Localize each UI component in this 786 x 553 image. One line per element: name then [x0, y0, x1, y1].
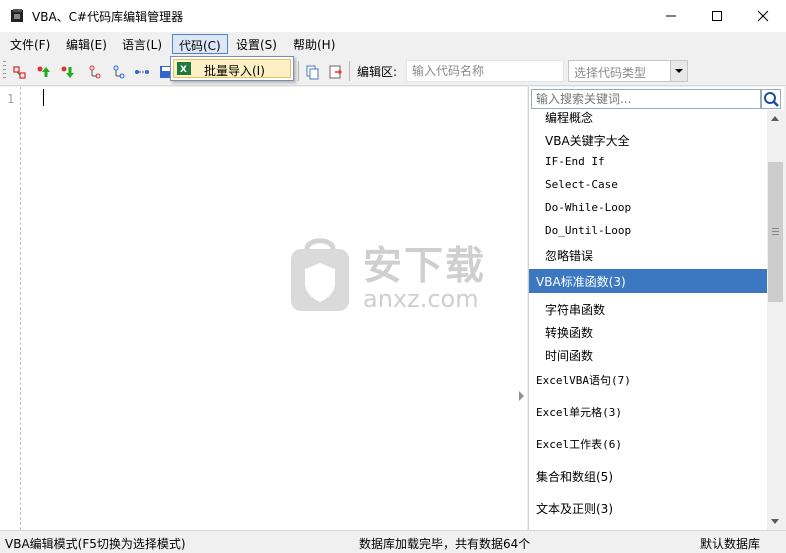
grip-icon [772, 228, 779, 235]
code-type-select[interactable]: 选择代码类型 [568, 60, 688, 82]
splitter-arrow-icon[interactable] [519, 391, 524, 401]
menu-bar: 文件(F) 编辑(E) 语言(L) 代码(C) 设置(S) 帮助(H) [0, 32, 786, 56]
code-tree-panel: 编程概念 VBA关键字大全 IF-End If Select-Case Do-W… [528, 87, 784, 530]
toolbar-separator [349, 61, 350, 81]
code-type-select-value: 选择代码类型 [574, 66, 647, 80]
scroll-down-icon[interactable] [771, 519, 779, 524]
tree-item[interactable]: 时间函数 [529, 344, 767, 366]
line-number: 1 [7, 92, 15, 106]
toolbar-separator [298, 61, 299, 81]
menu-file[interactable]: 文件(F) [4, 34, 56, 54]
status-db-loaded: 数据库加载完毕，共有数据64个 [359, 537, 531, 551]
menu-help[interactable]: 帮助(H) [287, 34, 341, 54]
export-icon[interactable] [328, 64, 344, 80]
status-db-name: 默认数据库 [700, 537, 761, 551]
tree-category[interactable]: Excel单元格(3) [529, 401, 767, 423]
title-bar: VBA、C#代码库编辑管理器 [0, 0, 786, 32]
tree-node-icon[interactable] [86, 64, 102, 80]
close-button[interactable] [740, 0, 786, 32]
tree-scrollbar[interactable] [767, 110, 784, 530]
new-code-icon[interactable] [12, 64, 28, 80]
tree-item[interactable]: VBA关键字大全 [529, 129, 767, 151]
tree-item[interactable]: 字符串函数 [529, 298, 767, 320]
menu-settings[interactable]: 设置(S) [230, 34, 283, 54]
batch-import-label: 批量导入(I) [204, 64, 265, 78]
maximize-button[interactable] [694, 0, 740, 32]
minimize-icon [666, 15, 676, 17]
tree-item[interactable]: 编程概念 [529, 106, 767, 128]
tree-item[interactable]: Do-While-Loop [529, 198, 767, 220]
tree-item[interactable]: 忽略错误 [529, 244, 767, 266]
maximize-icon [712, 11, 722, 21]
tree-item[interactable]: Select-Case [529, 175, 767, 197]
status-bar: VBA编辑模式(F5切换为选择模式) 数据库加载完毕，共有数据64个 默认数据库 [0, 530, 786, 553]
code-name-input[interactable] [406, 60, 564, 82]
text-caret [43, 89, 44, 106]
batch-import-menu-item[interactable]: X 批量导入(I) [173, 59, 291, 78]
tree-category[interactable]: 集合和数组(5) [529, 465, 767, 487]
status-mode: VBA编辑模式(F5切换为选择模式) [5, 537, 186, 551]
move-up-icon[interactable] [36, 64, 52, 80]
tree-category[interactable]: ExcelVBA语句(7) [529, 369, 767, 391]
chevron-down-icon [675, 69, 683, 73]
edit-area-label: 编辑区: [357, 65, 398, 79]
menu-language[interactable]: 语言(L) [116, 34, 168, 54]
window-title: VBA、C#代码库编辑管理器 [32, 10, 184, 24]
link-icon[interactable] [134, 64, 150, 80]
line-number-gutter: 1 [0, 87, 21, 530]
copy-icon[interactable] [305, 64, 321, 80]
close-icon [757, 10, 769, 22]
code-type-dropdown-button[interactable] [670, 61, 687, 81]
tree-category[interactable]: Excel工作表(6) [529, 433, 767, 455]
watermark-subtext: anxz.com [363, 285, 479, 313]
tree-category[interactable]: 文本及正则(3) [529, 497, 767, 519]
toolbar-grip[interactable] [3, 61, 6, 81]
svg-text:X: X [180, 65, 187, 75]
menu-code[interactable]: 代码(C) [172, 34, 228, 54]
code-menu-dropdown: X 批量导入(I) [170, 56, 294, 81]
shield-bag-icon [291, 238, 349, 311]
tree-node-add-icon[interactable] [110, 64, 126, 80]
app-icon [11, 9, 23, 22]
tree-item[interactable]: IF-End If [529, 152, 767, 174]
tree-item[interactable]: Do_Until-Loop [529, 221, 767, 243]
minimize-button[interactable] [648, 0, 694, 32]
menu-edit[interactable]: 编辑(E) [60, 34, 113, 54]
scroll-thumb[interactable] [768, 162, 783, 302]
excel-icon: X [177, 62, 191, 75]
watermark: 安下载 anxz.com [285, 235, 510, 323]
scroll-up-icon[interactable] [771, 116, 779, 121]
code-editor[interactable]: 1 安下载 anxz.com [0, 87, 527, 530]
tree-category-selected[interactable]: VBA标准函数(3) [529, 269, 767, 293]
watermark-text: 安下载 [363, 244, 487, 289]
move-down-icon[interactable] [60, 64, 76, 80]
tree-item[interactable]: 转换函数 [529, 321, 767, 343]
